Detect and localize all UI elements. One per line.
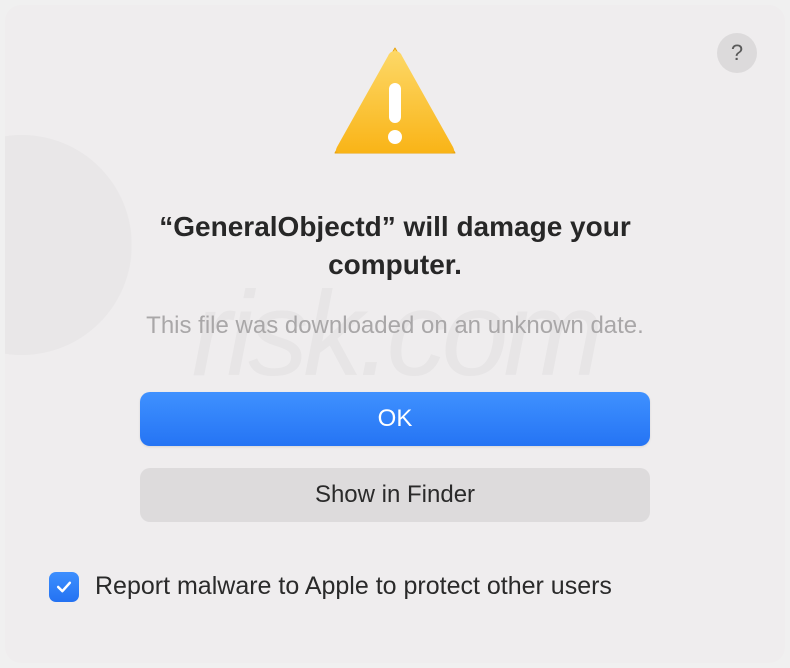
warning-icon: [330, 43, 460, 168]
dialog-subtitle: This file was downloaded on an unknown d…: [146, 312, 644, 340]
help-button[interactable]: ?: [717, 33, 757, 73]
report-malware-label: Report malware to Apple to protect other…: [95, 572, 612, 601]
report-malware-row: Report malware to Apple to protect other…: [49, 572, 612, 602]
alert-dialog: risk.com ? “GeneralObjectd” will damage …: [5, 5, 785, 663]
checkmark-icon: [54, 577, 74, 597]
ok-button[interactable]: OK: [140, 392, 650, 446]
dialog-title: “GeneralObjectd” will damage your comput…: [105, 208, 685, 284]
show-in-finder-button[interactable]: Show in Finder: [140, 468, 650, 522]
report-malware-checkbox[interactable]: [49, 572, 79, 602]
help-icon: ?: [731, 40, 743, 66]
